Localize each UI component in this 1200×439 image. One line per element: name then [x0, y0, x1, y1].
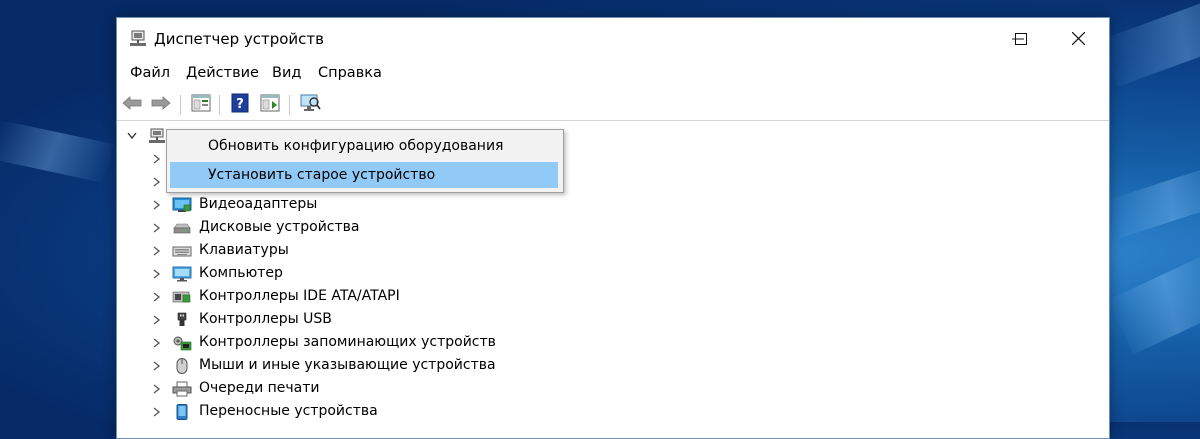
forward-arrow-icon [151, 96, 171, 114]
portable-device-icon [172, 404, 192, 420]
context-item-label: Установить старое устройство [208, 167, 436, 183]
chevron-right-icon[interactable] [152, 338, 162, 348]
tree-item-label: Переносные устройства [199, 403, 378, 419]
tree-item-label: Дисковые устройства [199, 219, 360, 235]
context-item-add-legacy-hardware[interactable]: Установить старое устройство [170, 162, 558, 188]
chevron-right-icon[interactable] [152, 315, 162, 325]
tree-item[interactable]: Контроллеры запоминающих устройств [117, 332, 1109, 354]
toolbar: ? [117, 90, 1109, 121]
usb-icon [172, 312, 192, 328]
toolbar-separator [289, 95, 290, 115]
chevron-right-icon[interactable] [152, 223, 162, 233]
back-arrow-icon [122, 96, 142, 114]
printer-icon [172, 381, 192, 397]
chevron-right-icon[interactable] [152, 361, 162, 371]
toolbar-separator [180, 95, 181, 115]
menu-action[interactable]: Действие [186, 65, 259, 81]
tree-item-label: Контроллеры IDE ATA/ATAPI [199, 288, 400, 304]
tree-item[interactable]: Переносные устройства [117, 401, 1109, 423]
help-button[interactable]: ? [229, 93, 251, 117]
device-manager-window: Диспетчер устройств Файл Действие Вид Сп… [116, 17, 1110, 439]
help-icon: ? [231, 93, 249, 117]
tree-item-label: Мыши и иные указывающие устройства [199, 357, 496, 373]
menu-view[interactable]: Вид [272, 65, 301, 81]
context-item-scan-hardware[interactable]: Обновить конфигурацию оборудования [170, 133, 558, 159]
window-title: Диспетчер устройств [154, 30, 325, 48]
close-icon [1071, 30, 1085, 49]
tree-item[interactable]: Контроллеры IDE ATA/ATAPI [117, 286, 1109, 308]
display-adapter-icon [172, 197, 192, 213]
context-item-label: Обновить конфигурацию оборудования [208, 138, 504, 154]
chevron-right-icon[interactable] [152, 292, 162, 302]
forward-button[interactable] [150, 94, 172, 116]
title-bar[interactable]: Диспетчер устройств [117, 18, 1109, 60]
menu-file[interactable]: Файл [130, 65, 170, 81]
tree-item[interactable]: Дисковые устройства [117, 217, 1109, 239]
properties-button[interactable] [190, 94, 212, 116]
chevron-down-icon[interactable] [127, 131, 137, 141]
ide-controller-icon [172, 289, 192, 305]
chevron-right-icon[interactable] [152, 246, 162, 256]
menu-help[interactable]: Справка [318, 65, 382, 81]
scan-hardware-icon [299, 93, 321, 117]
update-driver-icon [260, 94, 280, 116]
close-button[interactable] [1055, 18, 1101, 60]
tree-item[interactable]: Контроллеры USB [117, 309, 1109, 331]
tree-item[interactable]: Компьютер [117, 263, 1109, 285]
computer-root-icon [147, 128, 167, 144]
tree-item[interactable]: Клавиатуры [117, 240, 1109, 262]
chevron-right-icon[interactable] [152, 407, 162, 417]
storage-controller-icon [172, 335, 192, 351]
tree-item-label: Контроллеры запоминающих устройств [199, 334, 496, 350]
device-manager-icon [129, 30, 147, 48]
mouse-icon [172, 358, 192, 374]
update-driver-button[interactable] [259, 94, 281, 116]
back-button[interactable] [121, 94, 143, 116]
tree-item[interactable]: Видеоадаптеры [117, 194, 1109, 216]
chevron-right-icon[interactable] [152, 200, 162, 210]
properties-icon [191, 94, 211, 116]
tree-item-label: Контроллеры USB [199, 311, 332, 327]
context-menu: Обновить конфигурацию оборудования Устан… [166, 129, 564, 193]
computer-icon [172, 266, 192, 282]
menu-bar: Файл Действие Вид Справка [117, 62, 1109, 86]
scan-hardware-button[interactable] [299, 94, 321, 116]
svg-text:?: ? [236, 97, 244, 112]
tree-item[interactable]: Очереди печати [117, 378, 1109, 400]
chevron-right-icon[interactable] [152, 384, 162, 394]
chevron-right-icon[interactable] [152, 154, 162, 164]
disk-drive-icon [172, 220, 192, 236]
toolbar-separator [219, 95, 220, 115]
maximize-icon [1015, 30, 1027, 49]
tree-item[interactable]: Мыши и иные указывающие устройства [117, 355, 1109, 377]
keyboard-icon [172, 243, 192, 259]
maximize-button[interactable] [998, 18, 1044, 60]
chevron-right-icon[interactable] [152, 269, 162, 279]
tree-item-label: Видеоадаптеры [199, 196, 318, 212]
tree-item-label: Клавиатуры [199, 242, 289, 258]
chevron-right-icon[interactable] [152, 177, 162, 187]
tree-item-label: Компьютер [199, 265, 283, 281]
tree-item-label: Очереди печати [199, 380, 320, 396]
